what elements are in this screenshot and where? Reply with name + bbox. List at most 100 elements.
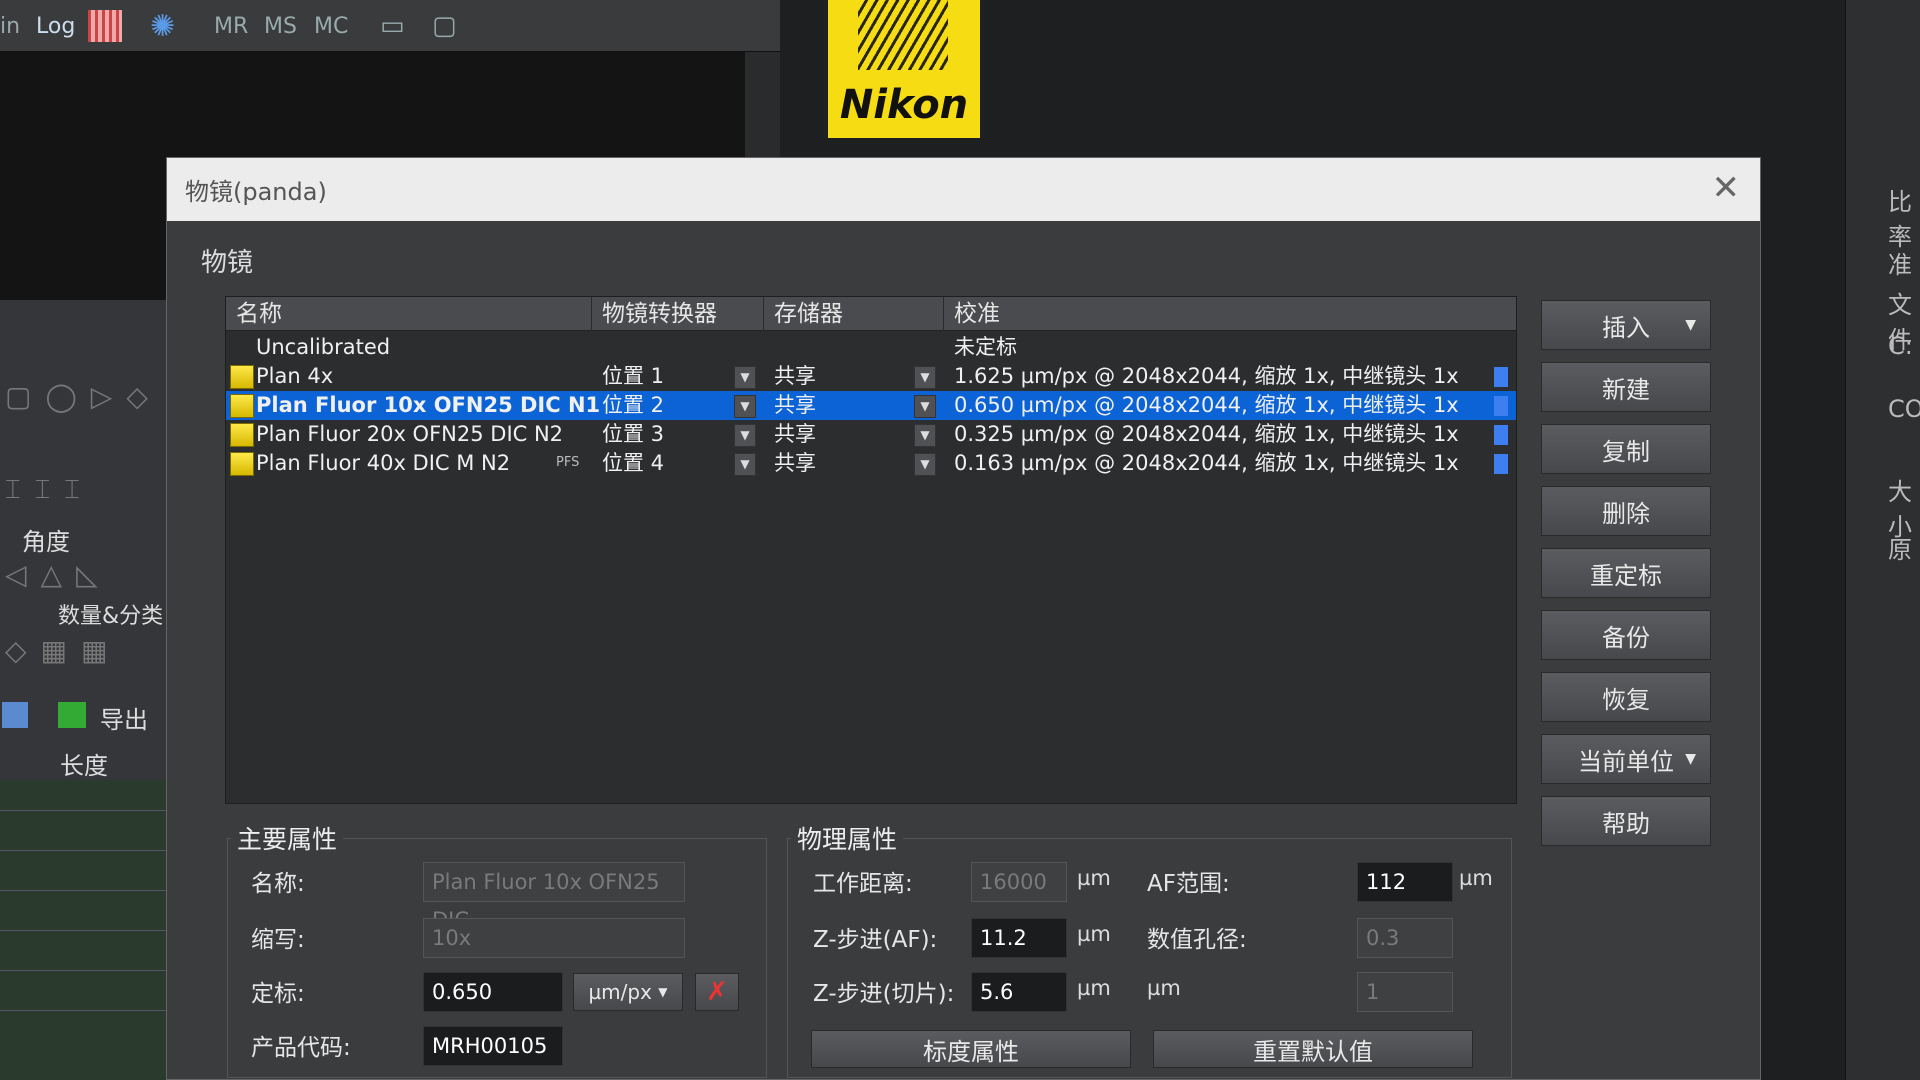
working-distance-field[interactable]: 16000	[971, 862, 1067, 902]
row-name: Uncalibrated	[256, 335, 391, 359]
col-storage[interactable]: 存储器	[764, 297, 944, 331]
bg-toolbar-mc[interactable]: MC	[314, 10, 348, 42]
position-dropdown-icon[interactable]: ▼	[734, 424, 756, 447]
calib-unit-select[interactable]: µm/px ▼	[573, 973, 683, 1011]
row-color-marker[interactable]	[1494, 396, 1508, 416]
z-step-slice-label: Z-步进(切片):	[813, 981, 955, 1007]
pfs-badge: PFS	[556, 455, 580, 470]
wd-unit: µm	[1077, 866, 1111, 890]
position-dropdown-icon[interactable]: ▼	[734, 453, 756, 476]
window-icon[interactable]: ▭	[380, 10, 405, 42]
row-color-marker[interactable]	[1494, 454, 1508, 474]
scale-properties-button[interactable]: 标度属性	[811, 1030, 1131, 1068]
z-step-slice-field[interactable]: 5.6	[971, 972, 1067, 1012]
col-nosepiece[interactable]: 物镜转换器	[592, 297, 764, 331]
angle-tools-icon[interactable]: ◁△◺	[5, 558, 112, 591]
row-name: Plan Fluor 10x OFN25 DIC N1	[256, 393, 601, 417]
ri-field[interactable]: 1	[1357, 972, 1453, 1012]
export-icon[interactable]	[58, 702, 86, 728]
af-range-field[interactable]: 112	[1357, 862, 1453, 902]
row-calibration: 0.325 µm/px @ 2048x2044, 缩放 1x, 中继镜头 1x	[954, 422, 1459, 446]
main-properties-title: 主要属性	[231, 820, 344, 856]
objectives-dialog: 物镜(panda) ✕ 物镜 名称 物镜转换器 存储器 校准 Uncalibra…	[166, 157, 1761, 1080]
na-field[interactable]: 0.3	[1357, 918, 1453, 958]
table-row[interactable]: Uncalibrated 未定标	[226, 333, 1516, 362]
delete-button[interactable]: 删除	[1541, 486, 1711, 536]
reset-defaults-button[interactable]: 重置默认值	[1153, 1030, 1473, 1068]
grid-icon[interactable]	[88, 10, 122, 42]
bg-toolbar-ms[interactable]: MS	[264, 10, 297, 42]
measure-tools-icon[interactable]: ⌶⌶⌶	[5, 475, 94, 506]
close-icon[interactable]: ✕	[1712, 168, 1741, 208]
gear-icon[interactable]: ✺	[150, 9, 175, 44]
backup-button[interactable]: 备份	[1541, 610, 1711, 660]
row-position: 位置 4	[602, 451, 665, 475]
table-row[interactable]: Plan Fluor 40x DIC M N2 PFS 位置 4 ▼ 共享 ▼ …	[226, 449, 1516, 478]
copy-button[interactable]: 复制	[1541, 424, 1711, 474]
storage-dropdown-icon[interactable]: ▼	[914, 424, 936, 447]
col-name[interactable]: 名称	[226, 297, 592, 331]
chevron-down-icon: ▼	[1685, 751, 1696, 767]
chart-icon[interactable]	[2, 702, 28, 728]
abbr-field[interactable]: 10x	[423, 918, 685, 958]
row-storage: 共享	[774, 451, 816, 475]
count-tools-icon[interactable]: ◇▦▦	[5, 634, 121, 667]
square-icon[interactable]: ▢	[432, 10, 457, 42]
nikon-logo: Nikon	[828, 0, 980, 138]
shape-tools-icon[interactable]: ▢◯▷◇	[5, 380, 162, 413]
name-field[interactable]: Plan Fluor 10x OFN25 DIC	[423, 862, 685, 932]
chevron-down-icon: ▼	[1685, 317, 1696, 333]
position-dropdown-icon[interactable]: ▼	[734, 395, 756, 418]
new-button[interactable]: 新建	[1541, 362, 1711, 412]
name-label: 名称:	[251, 871, 305, 897]
list-header: 名称 物镜转换器 存储器 校准	[226, 297, 1516, 331]
restore-button[interactable]: 恢复	[1541, 672, 1711, 722]
dialog-titlebar[interactable]: 物镜(panda) ✕	[167, 158, 1760, 221]
bg-toolbar-log[interactable]: Log	[36, 10, 75, 42]
objectives-list[interactable]: 名称 物镜转换器 存储器 校准 Uncalibrated 未定标 Plan 4x…	[225, 296, 1517, 804]
af-range-unit: µm	[1459, 866, 1493, 890]
row-color-marker[interactable]	[1494, 367, 1508, 387]
row-name: Plan Fluor 40x DIC M N2	[256, 451, 511, 475]
table-row-selected[interactable]: Plan Fluor 10x OFN25 DIC N1 位置 2 ▼ 共享 ▼ …	[226, 391, 1516, 420]
dialog-title: 物镜(panda)	[185, 178, 327, 206]
bg-right-ratio: 比率	[1888, 188, 1912, 251]
row-color-marker[interactable]	[1494, 425, 1508, 445]
table-row[interactable]: Plan 4x 位置 1 ▼ 共享 ▼ 1.625 µm/px @ 2048x2…	[226, 362, 1516, 391]
storage-dropdown-icon[interactable]: ▼	[914, 453, 936, 476]
storage-dropdown-icon[interactable]: ▼	[914, 395, 936, 418]
product-code-field[interactable]: MRH00105	[423, 1026, 563, 1066]
insert-button[interactable]: 插入 ▼	[1541, 300, 1711, 350]
ri-unit: µm	[1147, 976, 1181, 1000]
bg-toolbar-in[interactable]: in	[0, 10, 20, 42]
calib-field[interactable]: 0.650	[423, 972, 563, 1012]
working-distance-label: 工作距离:	[813, 871, 913, 897]
bg-toolbar: in Log ✺ MR MS MC ▭ ▢	[0, 0, 780, 52]
objective-color-icon	[230, 452, 254, 476]
bg-export-label[interactable]: 导出	[100, 700, 148, 735]
bg-right-co: CO	[1888, 395, 1920, 423]
af-range-label: AF范围:	[1147, 871, 1230, 897]
recalibrate-button[interactable]: 重定标	[1541, 548, 1711, 598]
chevron-down-icon: ▼	[658, 985, 668, 999]
col-calibration[interactable]: 校准	[944, 297, 1516, 331]
row-storage: 共享	[774, 364, 816, 388]
current-unit-button[interactable]: 当前单位 ▼	[1541, 734, 1711, 784]
objective-color-icon	[230, 423, 254, 447]
table-row[interactable]: Plan Fluor 20x OFN25 DIC N2 位置 3 ▼ 共享 ▼ …	[226, 420, 1516, 449]
clear-calibration-icon[interactable]: ✗	[695, 973, 739, 1011]
z-step-af-field[interactable]: 11.2	[971, 918, 1067, 958]
row-calibration: 1.625 µm/px @ 2048x2044, 缩放 1x, 中继镜头 1x	[954, 364, 1459, 388]
physical-properties-title: 物理属性	[791, 820, 904, 856]
bg-right-drive: C:	[1888, 332, 1913, 360]
row-calibration: 0.650 µm/px @ 2048x2044, 缩放 1x, 中继镜头 1x	[954, 393, 1459, 417]
position-dropdown-icon[interactable]: ▼	[734, 366, 756, 389]
objective-color-icon	[230, 365, 254, 389]
help-button[interactable]: 帮助	[1541, 796, 1711, 846]
bg-toolbar-mr[interactable]: MR	[214, 10, 248, 42]
row-storage: 共享	[774, 422, 816, 446]
storage-dropdown-icon[interactable]: ▼	[914, 366, 936, 389]
objective-color-icon	[230, 394, 254, 418]
bg-right-orig: 原	[1888, 536, 1912, 564]
calib-label: 定标:	[251, 981, 305, 1007]
